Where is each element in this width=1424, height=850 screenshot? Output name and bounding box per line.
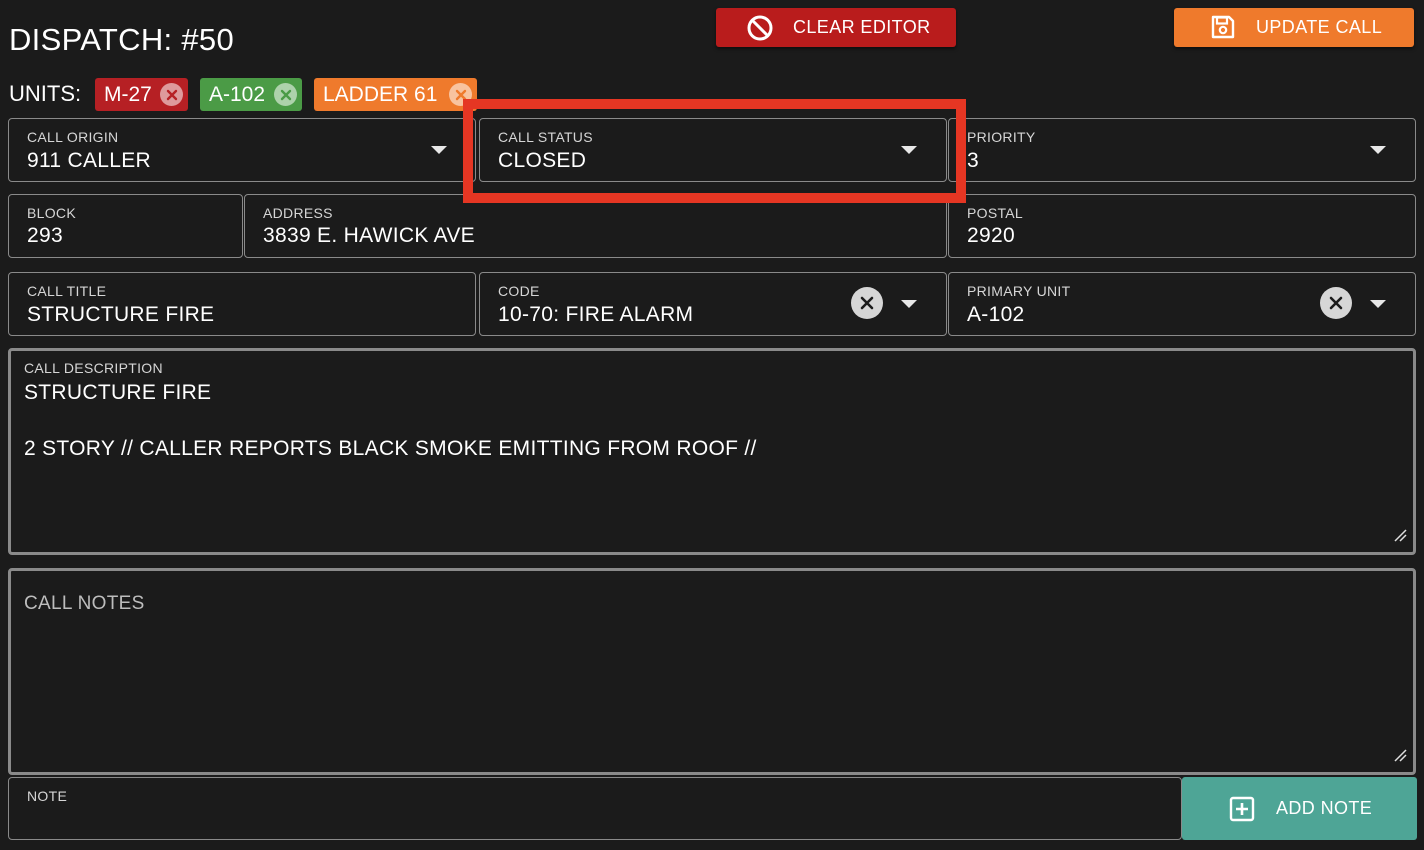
resize-handle-icon[interactable]: [1393, 748, 1407, 767]
chevron-down-icon[interactable]: [901, 300, 917, 308]
call-notes-textarea[interactable]: CALL NOTES: [8, 568, 1416, 775]
add-note-label: ADD NOTE: [1276, 798, 1373, 818]
clear-icon[interactable]: [851, 287, 883, 319]
unit-chip-a102: A-102: [200, 78, 302, 111]
block-icon: [746, 14, 774, 47]
chevron-down-icon[interactable]: [901, 146, 917, 154]
clear-editor-button[interactable]: CLEAR EDITOR: [716, 8, 956, 47]
call-title-label: CALL TITLE: [27, 283, 107, 299]
unit-chip-label: A-102: [209, 82, 266, 106]
block-label: BLOCK: [27, 205, 76, 221]
call-status-select[interactable]: CALL STATUS CLOSED: [479, 118, 947, 182]
unit-chip-label: M-27: [104, 82, 152, 106]
priority-label: PRIORITY: [967, 129, 1036, 145]
code-value: 10-70: FIRE ALARM: [498, 303, 694, 326]
update-call-label: UPDATE CALL: [1256, 17, 1383, 37]
call-description-label: CALL DESCRIPTION: [24, 360, 163, 376]
call-title-value: STRUCTURE FIRE: [27, 303, 215, 326]
add-box-icon: [1228, 795, 1256, 828]
postal-value: 2920: [967, 224, 1015, 247]
add-note-button[interactable]: ADD NOTE: [1182, 777, 1417, 840]
block-value: 293: [27, 224, 63, 247]
block-input[interactable]: BLOCK 293: [8, 194, 243, 258]
remove-chip-icon[interactable]: [160, 83, 183, 106]
primary-unit-select[interactable]: PRIMARY UNIT A-102: [948, 272, 1416, 336]
call-title-input[interactable]: CALL TITLE STRUCTURE FIRE: [8, 272, 476, 336]
clear-icon[interactable]: [1320, 287, 1352, 319]
postal-label: POSTAL: [967, 205, 1024, 221]
page-title: DISPATCH: #50: [9, 22, 234, 57]
update-call-button[interactable]: UPDATE CALL: [1174, 8, 1414, 47]
description-line: 2 STORY // CALLER REPORTS BLACK SMOKE EM…: [24, 437, 757, 460]
remove-chip-icon[interactable]: [449, 83, 472, 106]
resize-handle-icon[interactable]: [1393, 528, 1407, 547]
priority-select[interactable]: PRIORITY 3: [948, 118, 1416, 182]
unit-chip-ladder-61: LADDER 61: [314, 78, 477, 111]
unit-chip-m27: M-27: [95, 78, 188, 111]
address-input[interactable]: ADDRESS 3839 E. HAWICK AVE: [244, 194, 947, 258]
unit-chip-label: LADDER 61: [323, 82, 438, 106]
primary-unit-value: A-102: [967, 303, 1025, 326]
chevron-down-icon[interactable]: [431, 146, 447, 154]
code-select[interactable]: CODE 10-70: FIRE ALARM: [479, 272, 947, 336]
call-status-label: CALL STATUS: [498, 129, 593, 145]
chevron-down-icon[interactable]: [1370, 146, 1386, 154]
address-label: ADDRESS: [263, 205, 333, 221]
call-status-value: CLOSED: [498, 149, 587, 172]
save-icon: [1210, 14, 1236, 45]
priority-value: 3: [967, 149, 979, 172]
call-notes-placeholder: CALL NOTES: [24, 593, 145, 614]
address-value: 3839 E. HAWICK AVE: [263, 224, 475, 247]
chevron-down-icon[interactable]: [1370, 300, 1386, 308]
remove-chip-icon[interactable]: [274, 83, 297, 106]
call-description-textarea[interactable]: CALL DESCRIPTION STRUCTURE FIRE 2 STORY …: [8, 348, 1416, 555]
units-label: UNITS:: [9, 81, 82, 106]
call-origin-value: 911 CALLER: [27, 149, 152, 172]
postal-input[interactable]: POSTAL 2920: [948, 194, 1416, 258]
code-label: CODE: [498, 283, 540, 299]
call-origin-select[interactable]: CALL ORIGIN 911 CALLER: [8, 118, 476, 182]
description-line: STRUCTURE FIRE: [24, 381, 212, 404]
clear-editor-label: CLEAR EDITOR: [793, 17, 931, 37]
note-input[interactable]: NOTE: [8, 777, 1182, 840]
note-label: NOTE: [27, 788, 68, 804]
primary-unit-label: PRIMARY UNIT: [967, 283, 1071, 299]
call-origin-label: CALL ORIGIN: [27, 129, 119, 145]
